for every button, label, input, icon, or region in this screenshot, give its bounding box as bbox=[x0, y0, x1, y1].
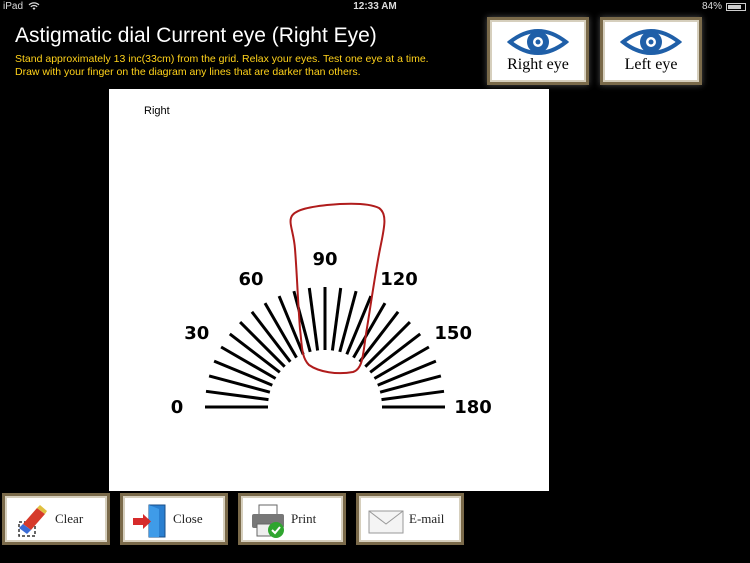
angle-label: 90 bbox=[312, 249, 337, 270]
email-label: E-mail bbox=[409, 511, 445, 526]
dial-ray bbox=[379, 374, 442, 394]
clock: 12:33 AM bbox=[353, 1, 397, 12]
page-title: Astigmatic dial Current eye (Right Eye) bbox=[15, 24, 377, 47]
dial-ray bbox=[330, 287, 343, 351]
dial-ray bbox=[381, 389, 445, 402]
left-eye-button[interactable]: Left eye bbox=[600, 17, 702, 85]
exit-door-icon bbox=[133, 504, 166, 538]
clear-button[interactable]: Clear bbox=[2, 493, 110, 545]
clear-label: Clear bbox=[55, 511, 84, 526]
right-eye-button[interactable]: Right eye bbox=[487, 17, 589, 85]
astigmatic-dial[interactable]: Right 0 30 60 90 120 150 180 bbox=[109, 89, 549, 491]
angle-label: 120 bbox=[380, 269, 418, 290]
left-eye-label: Left eye bbox=[624, 56, 678, 73]
eye-label: Right bbox=[144, 105, 170, 117]
battery-icon bbox=[726, 3, 746, 11]
dial-ray bbox=[338, 290, 358, 353]
dial-ray bbox=[205, 389, 269, 402]
print-button[interactable]: Print bbox=[238, 493, 346, 545]
angle-label: 150 bbox=[434, 323, 472, 344]
status-bar: iPad 12:33 AM 84% bbox=[0, 0, 750, 14]
battery-percent: 84% bbox=[701, 1, 722, 12]
astigmatic-dial-canvas[interactable]: Right 0 30 60 90 120 150 180 bbox=[109, 89, 549, 491]
print-label: Print bbox=[291, 511, 317, 526]
angle-label: 60 bbox=[238, 269, 263, 290]
instructions-text: Stand approximately 13 inc(33cm) from th… bbox=[15, 53, 429, 78]
angle-label: 30 bbox=[184, 323, 209, 344]
envelope-icon bbox=[368, 510, 404, 534]
angle-label: 180 bbox=[454, 397, 492, 418]
email-button[interactable]: E-mail bbox=[356, 493, 464, 545]
close-label: Close bbox=[173, 511, 203, 526]
eraser-icon bbox=[18, 505, 47, 537]
eye-icon bbox=[620, 29, 682, 55]
right-eye-label: Right eye bbox=[507, 56, 569, 73]
printer-icon bbox=[252, 504, 284, 538]
angle-label: 0 bbox=[171, 397, 184, 418]
eye-icon bbox=[507, 29, 569, 55]
dial-ray bbox=[208, 374, 271, 394]
dial-ray bbox=[307, 287, 320, 351]
close-button[interactable]: Close bbox=[120, 493, 228, 545]
